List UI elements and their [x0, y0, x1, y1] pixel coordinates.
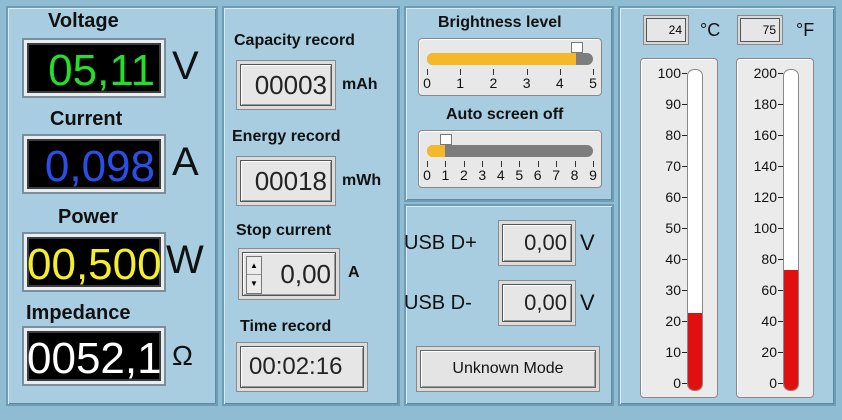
- auto-screen-off-tick-label: 3: [478, 167, 487, 183]
- auto-screen-off-slider[interactable]: 0123456789: [418, 130, 602, 188]
- auto-screen-off-tick-label: 6: [533, 167, 542, 183]
- usb-dminus-label: USB D-: [404, 292, 472, 314]
- stepper-down-icon[interactable]: ▼: [247, 275, 261, 292]
- celsius-tick-label: 20: [665, 313, 681, 329]
- celsius-display: 24: [646, 18, 686, 42]
- energy-record-label: Energy record: [232, 128, 341, 145]
- auto-screen-off-tick-label: 8: [570, 167, 579, 183]
- fahrenheit-unit: °F: [796, 20, 815, 40]
- time-record-label: Time record: [240, 318, 332, 335]
- brightness-tick-label: 5: [589, 75, 597, 91]
- stop-current-value: 0,00: [280, 259, 331, 289]
- celsius-tick-label: 60: [665, 189, 681, 205]
- capacity-record-display: 00003: [240, 64, 332, 106]
- auto-screen-off-track: [427, 145, 593, 157]
- celsius-tick-label: 100: [657, 65, 681, 81]
- celsius-tick-label: 40: [665, 251, 681, 267]
- unknown-mode-button[interactable]: Unknown Mode: [420, 350, 596, 388]
- celsius-tick-label: 10: [665, 344, 681, 360]
- fahrenheit-tick-label: 80: [761, 251, 777, 267]
- auto-screen-off-thumb[interactable]: [440, 134, 453, 145]
- fahrenheit-display: 75: [740, 18, 780, 42]
- usb-dplus-label: USB D+: [404, 232, 477, 254]
- capacity-record-label: Capacity record: [234, 32, 355, 49]
- celsius-tick-label: 70: [665, 158, 681, 174]
- brightness-scale: 0 1 2 3 4 5: [423, 69, 597, 95]
- auto-screen-off-scale: 0123456789: [423, 161, 597, 187]
- stepper-up-icon[interactable]: ▲: [247, 257, 261, 275]
- fahrenheit-tube: [783, 69, 799, 391]
- fahrenheit-tick-label: 200: [753, 65, 777, 81]
- auto-screen-off-tick-label: 4: [496, 167, 505, 183]
- auto-screen-off-tick-label: 1: [441, 167, 450, 183]
- auto-screen-off-tick-label: 7: [552, 167, 561, 183]
- stop-current-unit: A: [348, 264, 360, 281]
- voltage-unit: V: [172, 44, 199, 88]
- celsius-tick-label: 0: [673, 375, 681, 391]
- celsius-mercury: [688, 313, 702, 390]
- celsius-tick-label: 50: [665, 220, 681, 236]
- current-label: Current: [50, 108, 123, 130]
- voltage-display: 05,11: [22, 38, 166, 98]
- current-unit: A: [172, 140, 199, 184]
- auto-screen-off-tick-label: 9: [589, 167, 597, 183]
- usb-dplus-unit: V: [580, 230, 595, 255]
- celsius-thermometer: 100 90 80 70 60 50 40 30 20 10 0: [640, 58, 718, 398]
- energy-unit: mWh: [342, 172, 382, 189]
- usb-dplus-display: 0,00: [502, 224, 572, 262]
- fahrenheit-tick-label: 160: [753, 127, 777, 143]
- auto-screen-off-label: Auto screen off: [446, 106, 564, 123]
- celsius-tube: [687, 69, 703, 391]
- brightness-tick-label: 0: [423, 75, 431, 91]
- current-display: 0,098: [22, 134, 166, 194]
- stop-current-label: Stop current: [236, 222, 332, 239]
- brightness-thumb[interactable]: [571, 42, 584, 53]
- brightness-track: [427, 53, 593, 65]
- fahrenheit-tick-label: 140: [753, 158, 777, 174]
- fahrenheit-tick-label: 0: [769, 375, 777, 391]
- stop-current-stepper[interactable]: ▲ ▼: [246, 256, 262, 294]
- brightness-tick-label: 2: [489, 75, 498, 91]
- brightness-tick-label: 3: [522, 75, 531, 91]
- celsius-unit: °C: [700, 20, 721, 40]
- celsius-tick-label: 90: [665, 96, 681, 112]
- impedance-label: Impedance: [26, 302, 131, 324]
- fahrenheit-tick-label: 180: [753, 96, 777, 112]
- auto-screen-off-fill: [427, 145, 446, 157]
- brightness-tick-label: 4: [555, 75, 564, 91]
- power-label: Power: [58, 206, 119, 228]
- auto-screen-off-tick-label: 5: [515, 167, 524, 183]
- brightness-fill: [427, 53, 577, 65]
- usb-dminus-unit: V: [580, 290, 595, 315]
- energy-record-display: 00018: [240, 160, 332, 202]
- fahrenheit-tick-label: 60: [761, 282, 777, 298]
- fahrenheit-tick-label: 100: [753, 220, 777, 236]
- capacity-unit: mAh: [342, 76, 378, 93]
- brightness-label: Brightness level: [438, 14, 562, 31]
- fahrenheit-tick-label: 20: [761, 344, 777, 360]
- fahrenheit-tick-label: 120: [753, 189, 777, 205]
- impedance-display: 0052,1: [22, 326, 166, 386]
- auto-screen-off-tick-label: 2: [459, 167, 468, 183]
- fahrenheit-thermometer: 200 180 160 140 120 100 80 60 40 20 0: [736, 58, 814, 398]
- impedance-unit: Ω: [172, 340, 193, 371]
- celsius-tick-label: 80: [665, 127, 681, 143]
- fahrenheit-tick-label: 40: [761, 313, 777, 329]
- power-unit: W: [166, 238, 204, 282]
- brightness-slider[interactable]: 0 1 2 3 4 5: [418, 38, 602, 96]
- brightness-tick-label: 1: [456, 75, 465, 91]
- power-display: 00,500: [22, 232, 166, 292]
- fahrenheit-mercury: [784, 270, 798, 390]
- celsius-tick-label: 30: [665, 282, 681, 298]
- time-record-display: 00:02:16: [240, 346, 364, 388]
- voltage-label: Voltage: [48, 10, 119, 32]
- usb-dminus-display: 0,00: [502, 284, 572, 322]
- auto-screen-off-tick-label: 0: [423, 167, 431, 183]
